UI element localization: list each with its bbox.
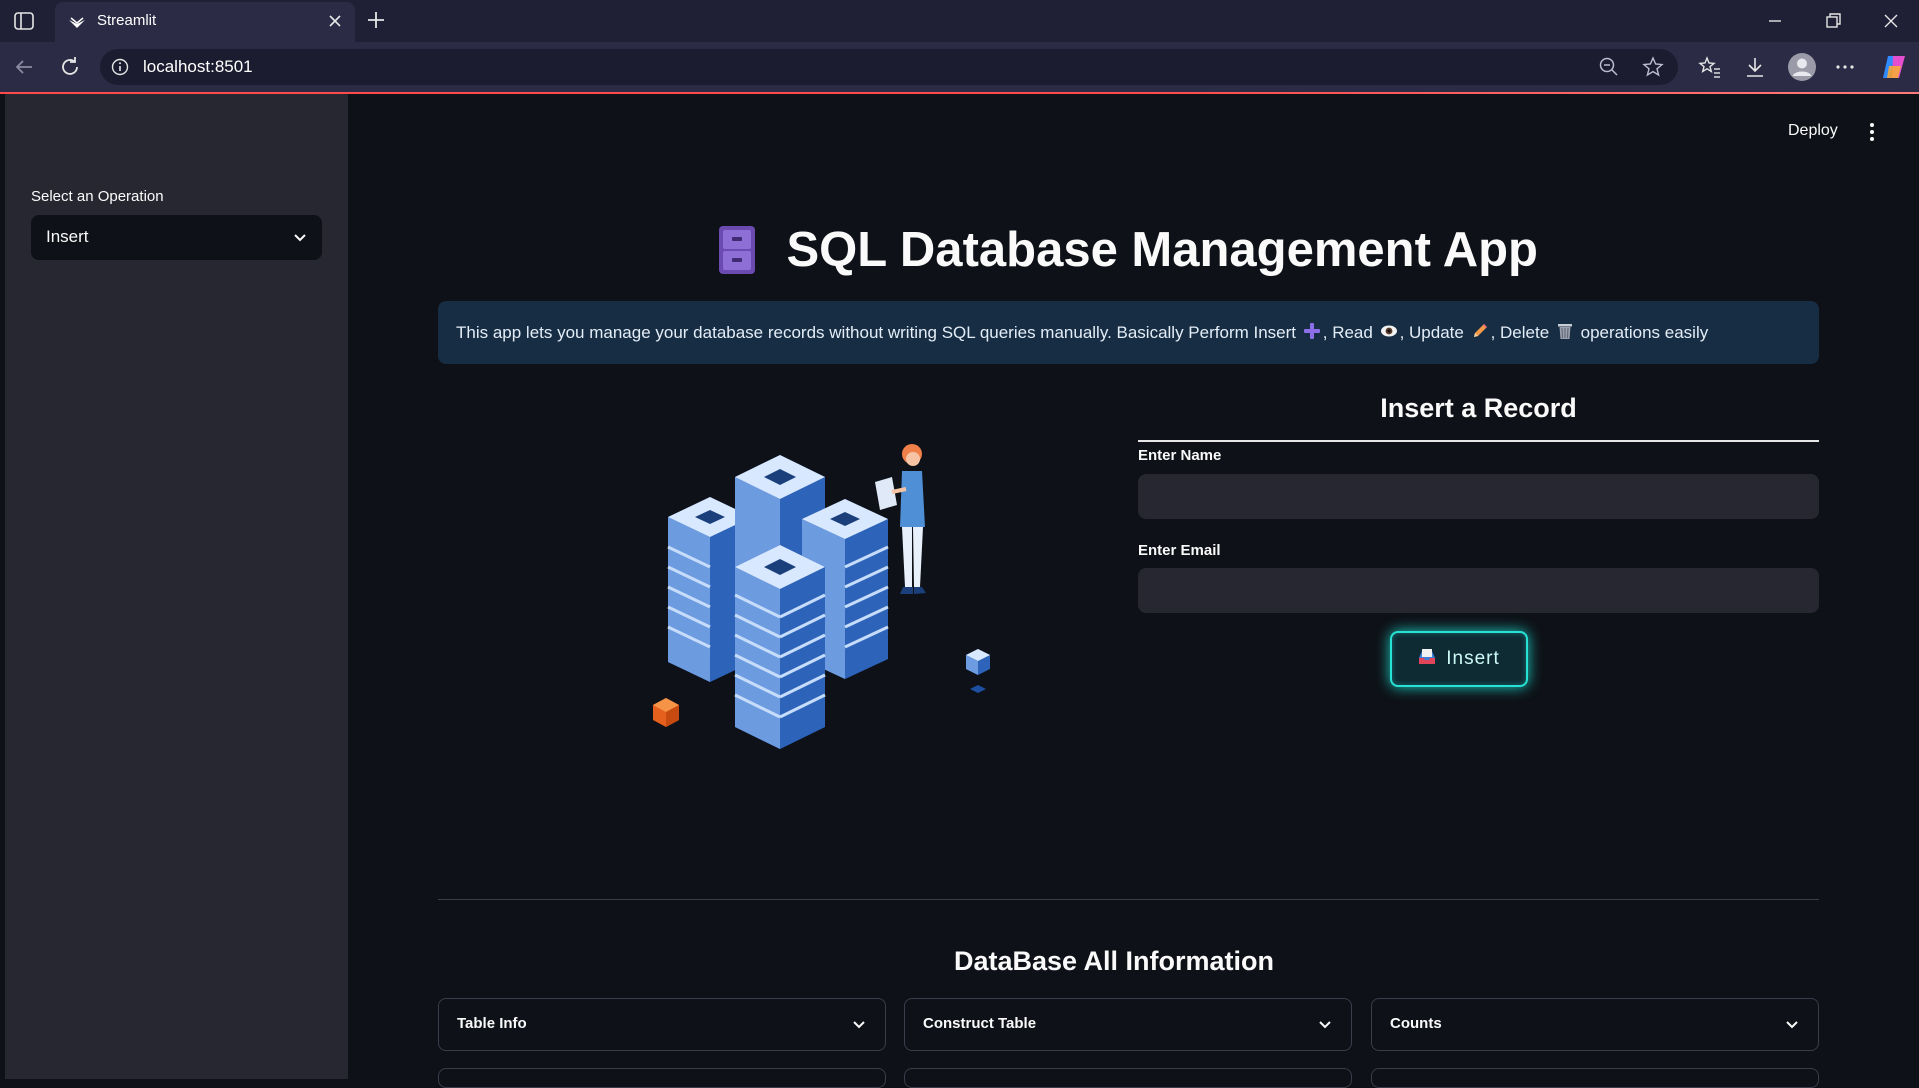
favorites-icon[interactable]	[1697, 54, 1723, 80]
insert-button[interactable]: Insert	[1390, 631, 1528, 687]
profile-avatar-icon[interactable]	[1787, 52, 1817, 82]
page-header: SQL Database Management App	[438, 222, 1818, 286]
chevron-down-icon	[853, 1021, 865, 1029]
url-text: localhost:8501	[143, 57, 253, 76]
expander-label: Construct Table	[923, 1015, 1037, 1032]
more-options-icon[interactable]	[1832, 54, 1858, 80]
tab-title: Streamlit	[97, 12, 157, 29]
email-input[interactable]	[1138, 568, 1819, 613]
zoom-out-icon[interactable]	[1598, 56, 1620, 78]
database-servers-illustration	[653, 444, 990, 749]
pencil-icon	[1473, 324, 1487, 337]
chevron-down-icon	[1319, 1021, 1331, 1029]
browser-tab[interactable]: Streamlit	[55, 2, 355, 42]
main-menu-icon[interactable]	[1862, 120, 1882, 144]
expander-partial[interactable]	[438, 1068, 886, 1088]
form-title: Insert a Record	[1380, 393, 1577, 423]
operation-select[interactable]: Insert	[31, 215, 322, 260]
operation-select-label: Select an Operation	[31, 188, 164, 205]
divider	[1138, 440, 1819, 442]
info-text-part: This app lets you manage your database r…	[456, 323, 1297, 342]
sidebar-toggle-icon[interactable]	[14, 12, 34, 30]
expander-construct-table[interactable]: Construct Table	[904, 998, 1352, 1051]
chevron-down-icon	[1786, 1021, 1798, 1029]
expander-table-info[interactable]: Table Info	[438, 998, 886, 1051]
minimize-icon[interactable]	[1764, 10, 1786, 32]
page-title: SQL Database Management App	[786, 223, 1538, 277]
info-text-part: , Read	[1322, 323, 1373, 342]
restore-icon[interactable]	[1822, 10, 1844, 32]
file-cabinet-icon	[719, 226, 756, 274]
operation-select-value: Insert	[46, 227, 89, 246]
blue-cube-icon	[966, 649, 990, 693]
eye-icon	[1380, 325, 1397, 337]
streamlit-logo-icon	[69, 17, 85, 28]
browser-address-bar: localhost:8501	[0, 42, 1919, 92]
expander-label: Counts	[1390, 1015, 1442, 1032]
info-text-part: , Delete	[1490, 323, 1550, 342]
plus-icon	[1303, 323, 1320, 339]
info-text: This app lets you manage your database r…	[456, 322, 1708, 343]
sidebar: Select an Operation Insert	[5, 94, 348, 1079]
site-info-icon[interactable]	[111, 58, 129, 76]
email-label: Enter Email	[1138, 542, 1221, 559]
name-input[interactable]	[1138, 474, 1819, 519]
server-rack-icon	[734, 545, 826, 749]
wastebasket-icon	[1557, 324, 1572, 339]
divider	[438, 899, 1819, 900]
expander-partial[interactable]	[904, 1068, 1352, 1088]
insert-button-label: Insert	[1446, 648, 1500, 669]
downloads-icon[interactable]	[1742, 54, 1768, 80]
info-alert: This app lets you manage your database r…	[438, 301, 1819, 364]
expander-counts[interactable]: Counts	[1371, 998, 1819, 1051]
favorite-star-icon[interactable]	[1642, 56, 1664, 78]
back-icon[interactable]	[12, 55, 36, 79]
copilot-icon[interactable]	[1879, 52, 1909, 82]
close-tab-icon[interactable]	[325, 11, 345, 31]
info-text-part: operations easily	[1580, 323, 1709, 342]
close-window-icon[interactable]	[1880, 10, 1902, 32]
name-label: Enter Name	[1138, 447, 1222, 464]
browser-tab-bar: Streamlit	[0, 0, 1919, 42]
chevron-down-icon	[294, 234, 306, 242]
new-tab-icon[interactable]	[365, 9, 387, 31]
reload-icon[interactable]	[58, 55, 82, 79]
section-title: DataBase All Information	[953, 946, 1275, 976]
info-text-part: , Update	[1399, 323, 1464, 342]
orange-cube-icon	[653, 698, 679, 727]
inbox-tray-icon	[1419, 649, 1436, 664]
expander-label: Table Info	[457, 1015, 527, 1032]
expander-partial[interactable]	[1371, 1068, 1819, 1088]
url-field[interactable]: localhost:8501	[100, 49, 1678, 85]
deploy-button[interactable]: Deploy	[1788, 122, 1838, 140]
